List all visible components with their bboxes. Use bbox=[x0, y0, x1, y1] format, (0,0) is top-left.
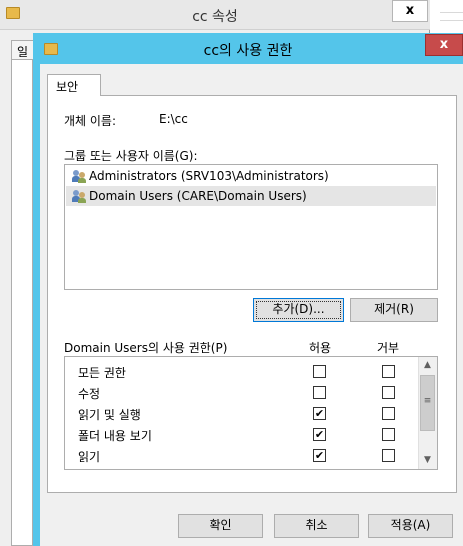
background-rule bbox=[440, 12, 463, 13]
scrollbar-grip-icon: ≡ bbox=[423, 396, 432, 406]
allow-checkbox[interactable] bbox=[313, 365, 326, 378]
remove-button[interactable]: 제거(R) bbox=[350, 298, 438, 322]
deny-checkbox[interactable] bbox=[382, 407, 395, 420]
background-window-title: cc 속성 bbox=[192, 9, 238, 25]
scroll-up-arrow-icon[interactable]: ▲ bbox=[418, 357, 437, 374]
permission-name: 수정 bbox=[78, 387, 101, 401]
background-rule bbox=[440, 20, 463, 21]
permission-name: 모든 권한 bbox=[78, 366, 126, 380]
deny-checkbox[interactable] bbox=[382, 365, 395, 378]
permission-row: 수정 bbox=[65, 382, 419, 403]
focus-rect bbox=[256, 301, 341, 319]
background-tab-panel bbox=[11, 59, 33, 546]
object-name-label: 개체 이름: bbox=[64, 114, 117, 128]
deny-column-header: 거부 bbox=[376, 341, 400, 355]
allow-checkbox[interactable]: ✔ bbox=[313, 449, 326, 462]
tab-security[interactable]: 보안 bbox=[47, 74, 101, 96]
users-icon bbox=[72, 189, 86, 203]
cancel-button[interactable]: 취소 bbox=[274, 514, 359, 538]
permission-row: 읽기 및 실행 ✔ bbox=[65, 403, 419, 424]
add-button[interactable]: 추가(D)... bbox=[253, 298, 344, 322]
principal-name: Domain Users (CARE\Domain Users) bbox=[89, 189, 307, 203]
apply-button[interactable]: 적용(A) bbox=[368, 514, 453, 538]
deny-checkbox[interactable] bbox=[382, 449, 395, 462]
permission-row: 모든 권한 bbox=[65, 361, 419, 382]
permissions-label: Domain Users의 사용 권한(P) bbox=[64, 341, 228, 355]
scroll-down-arrow-icon[interactable]: ▼ bbox=[418, 452, 437, 469]
deny-checkbox[interactable] bbox=[382, 428, 395, 441]
principal-name: Administrators (SRV103\Administrators) bbox=[89, 169, 329, 183]
permissions-list: 모든 권한 수정 읽기 및 실행 ✔ 폴더 내용 보기 ✔ 읽기 ✔ bbox=[64, 356, 438, 470]
group-or-user-label: 그룹 또는 사용자 이름(G): bbox=[64, 149, 198, 163]
permission-name: 읽기 및 실행 bbox=[78, 408, 141, 422]
principals-list[interactable]: Administrators (SRV103\Administrators) D… bbox=[64, 164, 438, 290]
object-name-value: E:\cc bbox=[159, 112, 188, 126]
deny-checkbox[interactable] bbox=[382, 386, 395, 399]
permission-row: 폴더 내용 보기 ✔ bbox=[65, 424, 419, 445]
dialog-close-button[interactable]: x bbox=[425, 34, 463, 56]
permission-name: 읽기 bbox=[78, 450, 101, 464]
allow-checkbox[interactable] bbox=[313, 386, 326, 399]
permission-name: 폴더 내용 보기 bbox=[78, 429, 152, 443]
allow-checkbox[interactable]: ✔ bbox=[313, 428, 326, 441]
dialog-title: cc의 사용 권한 bbox=[203, 43, 293, 59]
principal-item-selected[interactable]: Domain Users (CARE\Domain Users) bbox=[66, 186, 436, 206]
permission-row: 읽기 ✔ bbox=[65, 445, 419, 466]
ok-button[interactable]: 확인 bbox=[178, 514, 263, 538]
background-close-button[interactable]: x bbox=[392, 0, 428, 22]
users-icon bbox=[72, 169, 86, 183]
allow-checkbox[interactable]: ✔ bbox=[313, 407, 326, 420]
principal-item[interactable]: Administrators (SRV103\Administrators) bbox=[66, 166, 436, 186]
allow-column-header: 허용 bbox=[308, 341, 332, 355]
